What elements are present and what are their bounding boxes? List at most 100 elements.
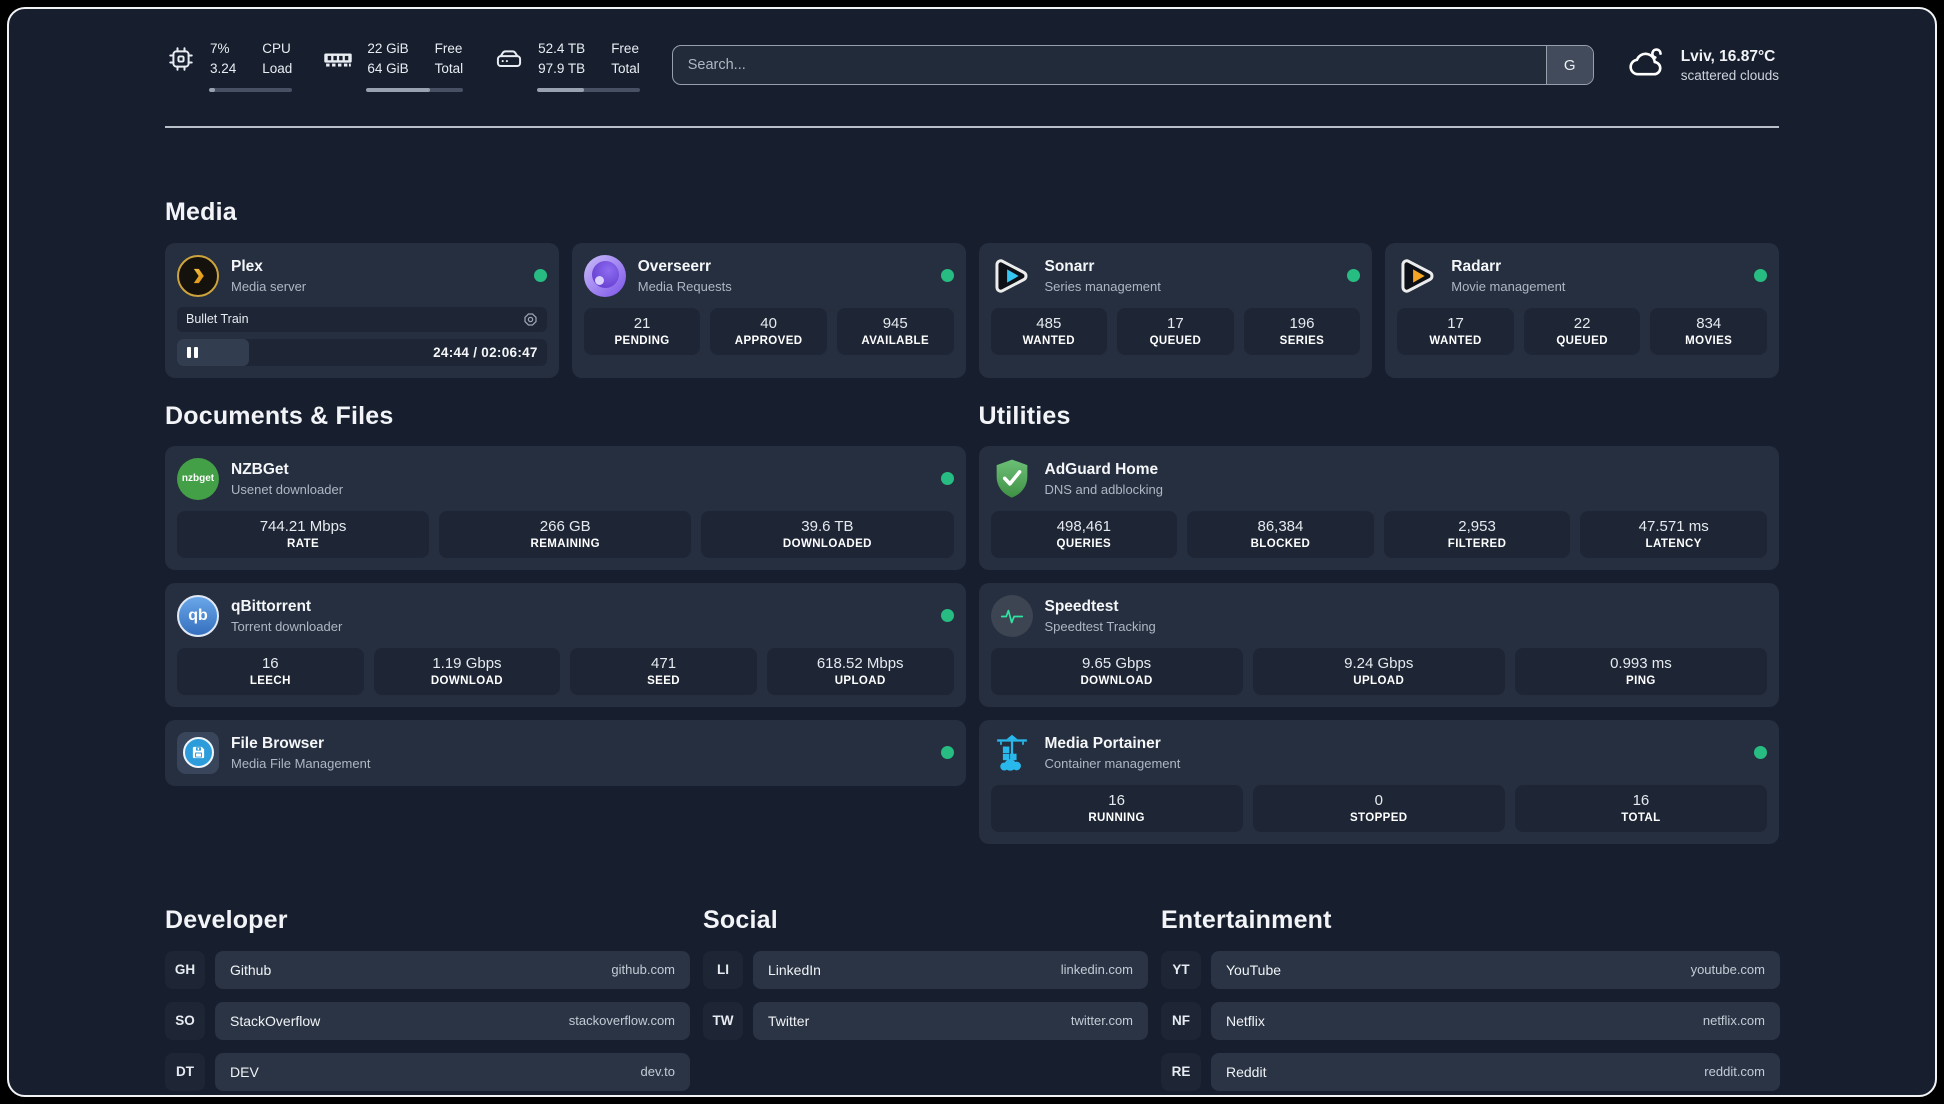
- memory-total-label: Total: [434, 61, 464, 77]
- link-name: Github: [230, 961, 272, 978]
- app-card-header: Media Portainer Container management: [991, 732, 1767, 774]
- stat-label: SEED: [647, 674, 681, 687]
- stat-row: 9.65 Gbps DOWNLOAD 9.24 Gbps UPLOAD 0.993 ms…: [990, 647, 1767, 695]
- link-name: StackOverflow: [230, 1012, 321, 1029]
- app-card-radarr[interactable]: Radarr Movie management 17 WANTED 22 QUEUED 83…: [1385, 242, 1779, 378]
- search-box[interactable]: G: [671, 45, 1594, 86]
- ram-icon: [322, 45, 354, 73]
- section-title-developer: Developer: [165, 905, 288, 934]
- middle-sections: Documents & Files nzbget NZBGet Usenet dow…: [165, 402, 1779, 844]
- link-row-reddit[interactable]: Reddit reddit.com: [1211, 1052, 1780, 1091]
- disk-total-value: 97.9 TB: [538, 61, 586, 77]
- app-card-plex[interactable]: Plex Media server Bullet Train 24:44 / 02:0…: [165, 242, 559, 378]
- stat-value: 40: [760, 314, 777, 332]
- link-row-dev[interactable]: DEV dev.to: [215, 1052, 690, 1091]
- stat-label: PENDING: [614, 334, 670, 347]
- stat-value: 485: [1036, 314, 1062, 332]
- filebrowser-icon: [177, 731, 219, 774]
- link-abbr-badge: DT: [165, 1052, 205, 1091]
- stat-value: 9.65 Gbps: [1081, 654, 1152, 672]
- app-name: Sonarr: [1044, 257, 1095, 275]
- app-card-speedtest[interactable]: Speedtest Speedtest Tracking 9.65 Gbps DOWN…: [978, 582, 1779, 707]
- stat-tile-approved: 40 APPROVED: [710, 307, 827, 355]
- stat-tile-queued: 22 QUEUED: [1523, 307, 1641, 355]
- app-description: Usenet downloader: [231, 481, 344, 497]
- app-name: File Browser: [231, 734, 325, 752]
- stat-tile-downloaded: 39.6 TB DOWNLOADED: [701, 510, 954, 558]
- link-name: LinkedIn: [768, 961, 821, 978]
- radarr-icon: [1397, 255, 1439, 297]
- disk-text: 52.4 TB 97.9 TB Free Total: [538, 39, 640, 80]
- app-name: Radarr: [1451, 257, 1502, 275]
- stat-tile-movies: 834 MOVIES: [1650, 307, 1767, 355]
- search-provider-button[interactable]: G: [1545, 46, 1593, 85]
- now-playing-title: Bullet Train: [186, 312, 249, 326]
- app-card-header: nzbget NZBGet Usenet downloader: [177, 457, 954, 500]
- stat-label: SERIES: [1279, 334, 1325, 347]
- app-card-qbittorrent[interactable]: qb qBittorrent Torrent downloader 16 LEECH 1.…: [165, 582, 966, 707]
- stat-tile-available: 945 AVAILABLE: [836, 307, 954, 355]
- link-row-youtube[interactable]: YouTube youtube.com: [1211, 950, 1780, 989]
- section-title-documents: Documents & Files: [165, 401, 394, 430]
- app-card-overseerr[interactable]: Overseerr Media Requests 21 PENDING 40 APPROV…: [571, 242, 966, 378]
- stat-label: QUEUED: [1556, 334, 1608, 347]
- stat-tile-total: 16 TOTAL: [1514, 784, 1767, 832]
- top-bar: 7% 3.24 CPU Load 22 GiB 64 GiB Free Tota…: [165, 9, 1779, 92]
- link-row-netflix[interactable]: Netflix netflix.com: [1211, 1001, 1780, 1040]
- memory-free-value: 22 GiB: [367, 41, 409, 56]
- cpu-usage-value: 7%: [210, 41, 230, 56]
- app-meta: AdGuard Home DNS and adblocking: [1045, 461, 1164, 497]
- link-item-dev: DT DEV dev.to: [165, 1052, 690, 1091]
- link-name: YouTube: [1226, 961, 1282, 978]
- app-description: Media File Management: [231, 755, 371, 771]
- cpu-load-label: Load: [262, 61, 293, 77]
- section-utilities: Utilities AdGuard Home DNS and adblocking…: [978, 402, 1779, 844]
- stat-value: 0.993 ms: [1610, 654, 1672, 672]
- cpu-widget: 7% 3.24 CPU Load: [165, 39, 293, 92]
- link-abbr-badge: TW: [703, 1001, 743, 1040]
- plex-icon: [177, 254, 219, 297]
- app-card-header: Plex Media server: [177, 254, 547, 297]
- link-url: netflix.com: [1702, 1013, 1765, 1028]
- link-row-github[interactable]: Github github.com: [215, 950, 690, 989]
- link-section-entertainment: Entertainment YT YouTube youtube.com NF Netfl…: [1161, 906, 1780, 1091]
- now-playing-settings-icon[interactable]: [523, 312, 538, 327]
- stat-tile-ping: 0.993 ms PING: [1514, 647, 1767, 695]
- link-row-linkedin[interactable]: LinkedIn linkedin.com: [753, 950, 1148, 989]
- app-meta: qBittorrent Torrent downloader: [231, 598, 342, 634]
- app-description: Media server: [231, 278, 307, 294]
- dashboard-frame: 7% 3.24 CPU Load 22 GiB 64 GiB Free Tota…: [7, 7, 1937, 1097]
- disk-free-value: 52.4 TB: [538, 41, 586, 56]
- link-item-reddit: RE Reddit reddit.com: [1161, 1052, 1780, 1091]
- stat-tile-wanted: 485 WANTED: [990, 307, 1108, 355]
- pause-icon[interactable]: [187, 346, 198, 358]
- stat-tile-remaining: 266 GB REMAINING: [439, 510, 692, 558]
- cpu-text: 7% 3.24 CPU Load: [210, 39, 292, 80]
- disk-widget: 52.4 TB 97.9 TB Free Total: [493, 39, 640, 92]
- stat-row: 498,461 QUERIES 86,384 BLOCKED 2,953 FILTERED…: [990, 510, 1767, 558]
- app-card-nzbget[interactable]: nzbget NZBGet Usenet downloader 744.21 Mbps…: [165, 445, 966, 570]
- app-card-filebrowser[interactable]: File Browser Media File Management: [165, 719, 966, 786]
- adguard-icon: [991, 458, 1033, 500]
- stat-tile-running: 16 RUNNING: [990, 784, 1243, 832]
- stat-value: 945: [882, 314, 908, 332]
- status-dot-online: [1347, 269, 1361, 282]
- stat-value: 834: [1696, 314, 1722, 332]
- link-row-twitter[interactable]: Twitter twitter.com: [753, 1001, 1148, 1040]
- link-abbr-badge: YT: [1161, 950, 1201, 989]
- app-card-portainer[interactable]: Media Portainer Container management 16 RUN…: [978, 719, 1779, 844]
- app-card-sonarr[interactable]: Sonarr Series management 485 WANTED 17 QUEUED…: [978, 242, 1373, 378]
- now-playing-progress-bar[interactable]: 24:44 / 02:06:47: [177, 338, 547, 366]
- disk-progress-bar: [537, 87, 640, 92]
- stat-row: 17 WANTED 22 QUEUED 834 MOVIES: [1397, 307, 1767, 355]
- stat-value: 16: [1108, 791, 1125, 809]
- link-row-stackoverflow[interactable]: StackOverflow stackoverflow.com: [215, 1001, 690, 1040]
- qbittorrent-icon: qb: [177, 594, 219, 637]
- memory-free-label: Free: [434, 41, 463, 56]
- hard-drive-icon: [493, 45, 525, 73]
- app-card-adguard[interactable]: AdGuard Home DNS and adblocking 498,461 QUE…: [978, 445, 1779, 570]
- link-item-stackoverflow: SO StackOverflow stackoverflow.com: [165, 1001, 690, 1040]
- app-description: Speedtest Tracking: [1044, 618, 1156, 634]
- weather-condition: scattered clouds: [1680, 68, 1779, 84]
- search-input[interactable]: [672, 46, 1546, 85]
